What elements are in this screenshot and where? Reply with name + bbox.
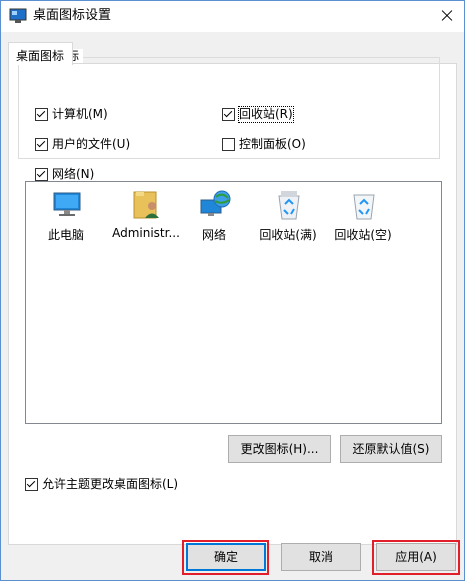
checkbox-label: 回收站(R): [238, 106, 294, 123]
list-item-user-folder[interactable]: Administr...: [108, 188, 184, 248]
desktop-icon-list[interactable]: 此电脑 Administr... 网络 回收站(满) 回收站(空): [25, 181, 442, 424]
icon-caption: 回收站(空): [334, 228, 392, 242]
icon-caption: Administr...: [112, 226, 180, 240]
checkbox-label: 计算机(M): [52, 107, 108, 121]
change-icon-button[interactable]: 更改图标(H)...: [228, 435, 331, 463]
cancel-button[interactable]: 取消: [281, 543, 361, 571]
checkbox-box[interactable]: [35, 138, 48, 151]
tab-label: 桌面图标: [16, 49, 65, 63]
checkbox-box[interactable]: [25, 478, 38, 491]
checkbox-box[interactable]: [35, 108, 48, 121]
window-title: 桌面图标设置: [33, 8, 112, 23]
recycle-bin-full-icon: [278, 191, 300, 220]
user-folder-icon: [133, 191, 159, 219]
computer-icon: [53, 192, 81, 216]
desktop-icon-settings-dialog: 桌面图标设置 桌面图标 桌面图标 计算机(M) 回收站(R) 用户的文件(U) …: [0, 0, 465, 581]
apply-button[interactable]: 应用(A): [376, 543, 456, 571]
list-item-recycle-bin-empty[interactable]: 回收站(空): [325, 188, 401, 248]
checkbox-box[interactable]: [35, 168, 48, 181]
checkbox-box[interactable]: [222, 138, 235, 151]
ok-button[interactable]: 确定: [186, 543, 266, 571]
monitor-icon: [9, 8, 27, 24]
checkbox-box[interactable]: [222, 108, 235, 121]
checkbox-label: 网络(N): [52, 167, 95, 181]
checkbox-label: 用户的文件(U): [52, 137, 131, 151]
checkbox-label: 控制面板(O): [239, 137, 306, 151]
icon-caption: 此电脑: [47, 228, 84, 242]
icon-caption: 回收站(满): [259, 228, 317, 242]
list-item-recycle-bin-full[interactable]: 回收站(满): [250, 188, 326, 248]
tab-desktop-icons[interactable]: 桌面图标: [8, 42, 73, 65]
recycle-bin-empty-icon: [353, 194, 375, 220]
list-item-network[interactable]: 网络: [176, 188, 252, 248]
restore-default-button[interactable]: 还原默认值(S): [340, 435, 442, 463]
title-bar[interactable]: 桌面图标设置: [1, 1, 464, 32]
list-item-this-pc[interactable]: 此电脑: [28, 188, 104, 248]
close-icon[interactable]: [429, 1, 464, 31]
network-icon: [200, 190, 231, 216]
checkbox-label: 允许主题更改桌面图标(L): [42, 477, 179, 491]
icon-caption: 网络: [201, 228, 226, 242]
